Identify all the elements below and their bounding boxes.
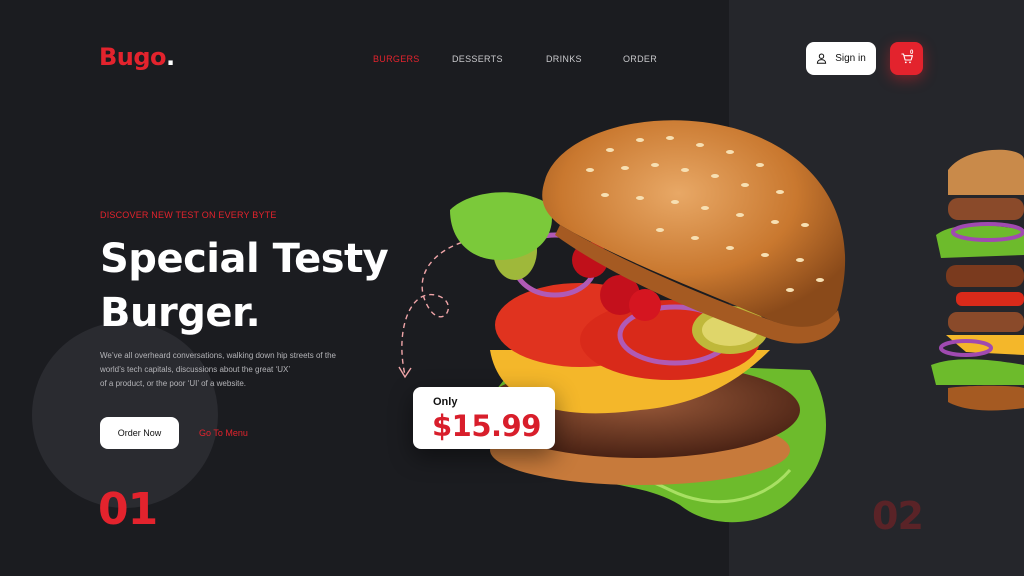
headline-line-2: Burger.: [100, 290, 261, 336]
brand-logo[interactable]: Bugo.: [99, 43, 175, 71]
nav-item-burgers[interactable]: BURGERS: [373, 54, 420, 64]
description-line: of a product, or the poor ‘UI’ of a webs…: [100, 379, 247, 388]
sign-in-button[interactable]: Sign in: [806, 42, 876, 75]
description-line: We’ve all overheard conversations, walki…: [100, 351, 336, 360]
nav-item-desserts[interactable]: DESSERTS: [452, 54, 503, 64]
price-value: $15.99: [432, 409, 541, 443]
headline-line-1: Special Testy: [100, 236, 389, 282]
description-line: world’s tech capitals, discussions about…: [100, 365, 291, 374]
user-icon: [817, 53, 827, 64]
hero-tagline: DISCOVER NEW TEST ON EVERY BYTE: [100, 210, 277, 220]
nav-item-order[interactable]: ORDER: [623, 54, 657, 64]
next-burger-image: [931, 149, 1024, 411]
go-to-menu-link[interactable]: Go To Menu: [199, 428, 248, 438]
burger-image: [450, 120, 846, 523]
slide-number-next: 02: [872, 494, 924, 538]
hero-headline: Special Testy Burger.: [100, 232, 420, 340]
slide-number-current: 01: [98, 484, 158, 535]
cart-button[interactable]: 0: [890, 42, 923, 75]
hero-description: We’ve all overheard conversations, walki…: [100, 349, 360, 391]
cart-count-badge: 0: [910, 50, 914, 56]
nav-item-drinks[interactable]: DRINKS: [546, 54, 582, 64]
sign-in-label: Sign in: [835, 53, 866, 64]
price-label: Only: [433, 396, 458, 408]
order-now-button[interactable]: Order Now: [100, 417, 179, 449]
price-card: Only $15.99: [413, 387, 555, 449]
